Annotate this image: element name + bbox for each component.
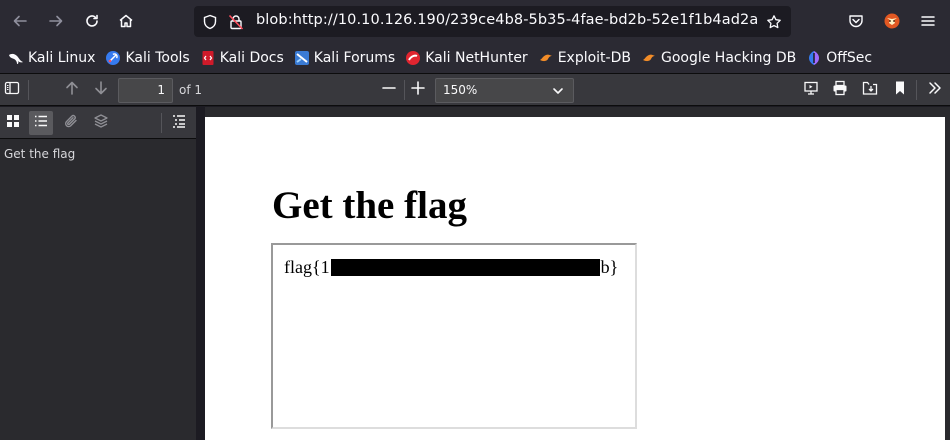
toolbar-separator	[916, 80, 917, 100]
save-button[interactable]	[858, 78, 882, 102]
bookmark-label: Google Hacking DB	[660, 49, 797, 66]
fox-extension-icon	[883, 12, 901, 30]
plus-icon	[410, 80, 426, 100]
sidebar-view-tabs	[0, 107, 196, 139]
print-button[interactable]	[828, 78, 852, 102]
page-number-input[interactable]: 1	[118, 78, 173, 103]
grid-icon	[5, 113, 21, 133]
pocket-icon	[848, 13, 864, 29]
bookmark-label: Kali Docs	[219, 49, 284, 66]
tools-button[interactable]	[923, 78, 947, 102]
bookmark-label: Kali Linux	[28, 49, 96, 66]
insecure-lock-icon[interactable]	[226, 12, 246, 32]
pdf-sidebar: Get the flag	[0, 107, 196, 440]
bookmark-kali-linux[interactable]: Kali Linux	[8, 46, 95, 70]
bookmark-google-hacking-db[interactable]: Google Hacking DB	[641, 46, 796, 70]
flag-text-box: flag{1 b}	[271, 243, 637, 429]
layers-icon	[93, 113, 109, 133]
bookmark-label: OffSec	[826, 49, 873, 66]
current-outline-item-button[interactable]	[167, 111, 191, 135]
pdf-page: Get the flag flag{1 b}	[205, 117, 945, 440]
zoom-in-button[interactable]	[406, 78, 430, 102]
sidebar-toggle-icon	[4, 80, 20, 100]
ghdb-icon	[641, 50, 657, 66]
previous-page-button[interactable]	[60, 78, 84, 102]
bookmark-kali-docs[interactable]: Kali Docs	[200, 46, 284, 70]
nethunter-icon	[405, 50, 421, 66]
kali-tools-icon	[105, 50, 121, 66]
bookmark-offsec[interactable]: OffSec	[806, 46, 872, 70]
url-text[interactable]: blob:http://10.10.126.190/239ce4b8-5b35-…	[256, 12, 758, 28]
page-count-label: of 1	[179, 83, 203, 97]
exploit-db-icon	[538, 50, 554, 66]
back-arrow-icon	[12, 13, 28, 29]
toolbar-separator	[404, 80, 405, 100]
back-button[interactable]	[6, 7, 34, 35]
forward-button[interactable]	[42, 7, 70, 35]
sidebar-resizer[interactable]	[196, 107, 205, 440]
next-page-button[interactable]	[89, 78, 113, 102]
layers-view-button[interactable]	[89, 111, 113, 135]
zoom-select[interactable]: 150%	[435, 78, 574, 103]
hamburger-menu-icon	[920, 13, 936, 29]
bookmark-kali-forums[interactable]: Kali Forums	[294, 46, 395, 70]
toolbar-separator	[28, 80, 29, 100]
bookmark-exploit-db[interactable]: Exploit-DB	[538, 46, 631, 70]
double-chevron-right-icon	[927, 80, 943, 100]
bookmark-icon	[892, 80, 908, 100]
paperclip-icon	[63, 113, 79, 133]
outline-view-button[interactable]	[29, 111, 53, 135]
toggle-sidebar-button[interactable]	[0, 78, 24, 102]
forward-arrow-icon	[48, 13, 64, 29]
zoom-value: 150%	[443, 83, 478, 97]
chevron-down-icon	[551, 83, 565, 106]
reload-button[interactable]	[78, 7, 106, 35]
download-icon	[862, 80, 878, 100]
presentation-icon	[803, 80, 819, 100]
toolbar-separator	[161, 113, 162, 133]
flag-line: flag{1 b}	[284, 257, 618, 278]
attachments-view-button[interactable]	[59, 111, 83, 135]
list-icon	[33, 113, 49, 133]
printer-icon	[832, 80, 848, 100]
arrow-up-icon	[64, 80, 80, 100]
tracking-protection-shield-icon[interactable]	[200, 12, 220, 32]
pocket-button[interactable]	[842, 7, 870, 35]
offsec-icon	[806, 50, 822, 66]
url-bar[interactable]: blob:http://10.10.126.190/239ce4b8-5b35-…	[194, 6, 791, 37]
thumbnail-view-button[interactable]	[1, 111, 25, 135]
minus-icon	[381, 80, 397, 100]
kali-dragon-icon	[8, 50, 24, 66]
pdf-viewer-container: Get the flag flag{1 b}	[205, 107, 950, 440]
extension-button[interactable]	[878, 7, 906, 35]
home-button[interactable]	[112, 7, 140, 35]
bookmark-label: Kali NetHunter	[425, 49, 528, 66]
app-menu-button[interactable]	[914, 7, 942, 35]
reload-icon	[84, 13, 100, 29]
navigation-toolbar: blob:http://10.10.126.190/239ce4b8-5b35-…	[0, 0, 950, 42]
bookmarks-toolbar: Kali Linux Kali Tools Kali Docs Kali For…	[0, 42, 950, 73]
outline-tree-icon	[171, 113, 187, 133]
vertical-scrollbar[interactable]	[945, 107, 950, 440]
home-icon	[118, 13, 134, 29]
pdf-toolbar: 1 of 1 150%	[0, 73, 950, 106]
bookmark-kali-tools[interactable]: Kali Tools	[105, 46, 190, 70]
bookmark-star-icon[interactable]	[764, 12, 784, 32]
flag-prefix: flag{1	[284, 257, 330, 277]
bookmark-label: Kali Forums	[313, 49, 396, 66]
presentation-mode-button[interactable]	[799, 78, 823, 102]
zoom-out-button[interactable]	[377, 78, 401, 102]
bookmark-label: Exploit-DB	[557, 49, 631, 66]
bookmark-label: Kali Tools	[125, 49, 190, 66]
flag-suffix: b}	[600, 257, 619, 277]
bookmark-kali-nethunter[interactable]: Kali NetHunter	[405, 46, 528, 70]
bookmark-view-button[interactable]	[888, 78, 912, 102]
document-title: Get the flag	[272, 184, 467, 227]
outline-item[interactable]: Get the flag	[4, 147, 75, 161]
kali-forums-icon	[294, 50, 310, 66]
arrow-down-icon	[93, 80, 109, 100]
redaction-bar	[330, 259, 600, 276]
kali-docs-icon	[200, 50, 216, 66]
